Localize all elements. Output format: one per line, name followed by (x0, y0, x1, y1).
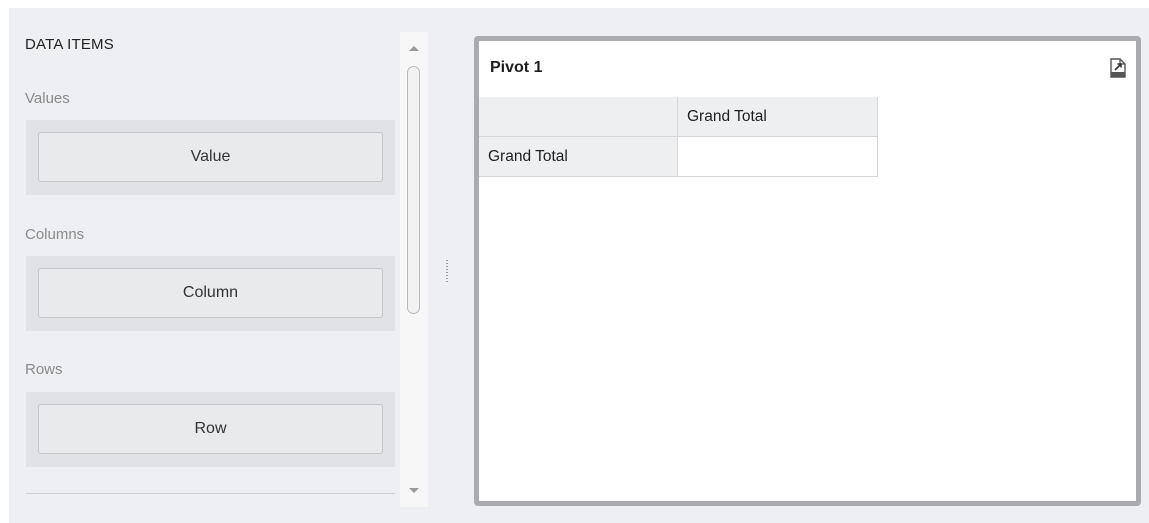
columns-drop-area[interactable]: Column (26, 256, 395, 331)
rows-section-label: Rows (25, 361, 63, 378)
scrollbar-thumb[interactable] (407, 66, 420, 314)
pivot-title: Pivot 1 (490, 59, 543, 76)
row-placeholder-button[interactable]: Row (38, 404, 383, 454)
column-grand-total-header[interactable]: Grand Total (678, 97, 878, 137)
value-placeholder-button[interactable]: Value (38, 132, 383, 182)
scroll-down-arrow-icon[interactable] (409, 488, 419, 493)
scroll-up-arrow-icon[interactable] (409, 46, 419, 51)
section-divider (26, 493, 395, 494)
grand-total-value-cell (678, 137, 878, 177)
values-drop-area[interactable]: Value (26, 120, 395, 195)
row-grand-total-header[interactable]: Grand Total (479, 137, 678, 177)
pivot-corner-cell (479, 97, 678, 137)
dashboard-designer: DATA ITEMS Values Value Columns Column R… (9, 8, 1149, 523)
data-items-panel: DATA ITEMS Values Value Columns Column R… (9, 8, 429, 507)
column-placeholder-button[interactable]: Column (38, 268, 383, 318)
splitter-grip-icon[interactable] (446, 260, 448, 282)
pivot-item: Pivot 1 Grand Total Grand Total (479, 41, 1136, 501)
values-section-label: Values (25, 90, 70, 107)
pivot-card[interactable]: Pivot 1 Grand Total Grand Total (474, 36, 1141, 506)
pivot-header: Pivot 1 (479, 41, 1136, 97)
export-icon[interactable] (1109, 58, 1127, 78)
vertical-scrollbar[interactable] (400, 32, 428, 507)
data-items-title: DATA ITEMS (25, 36, 114, 53)
columns-section-label: Columns (25, 226, 85, 243)
rows-drop-area[interactable]: Row (26, 392, 395, 467)
